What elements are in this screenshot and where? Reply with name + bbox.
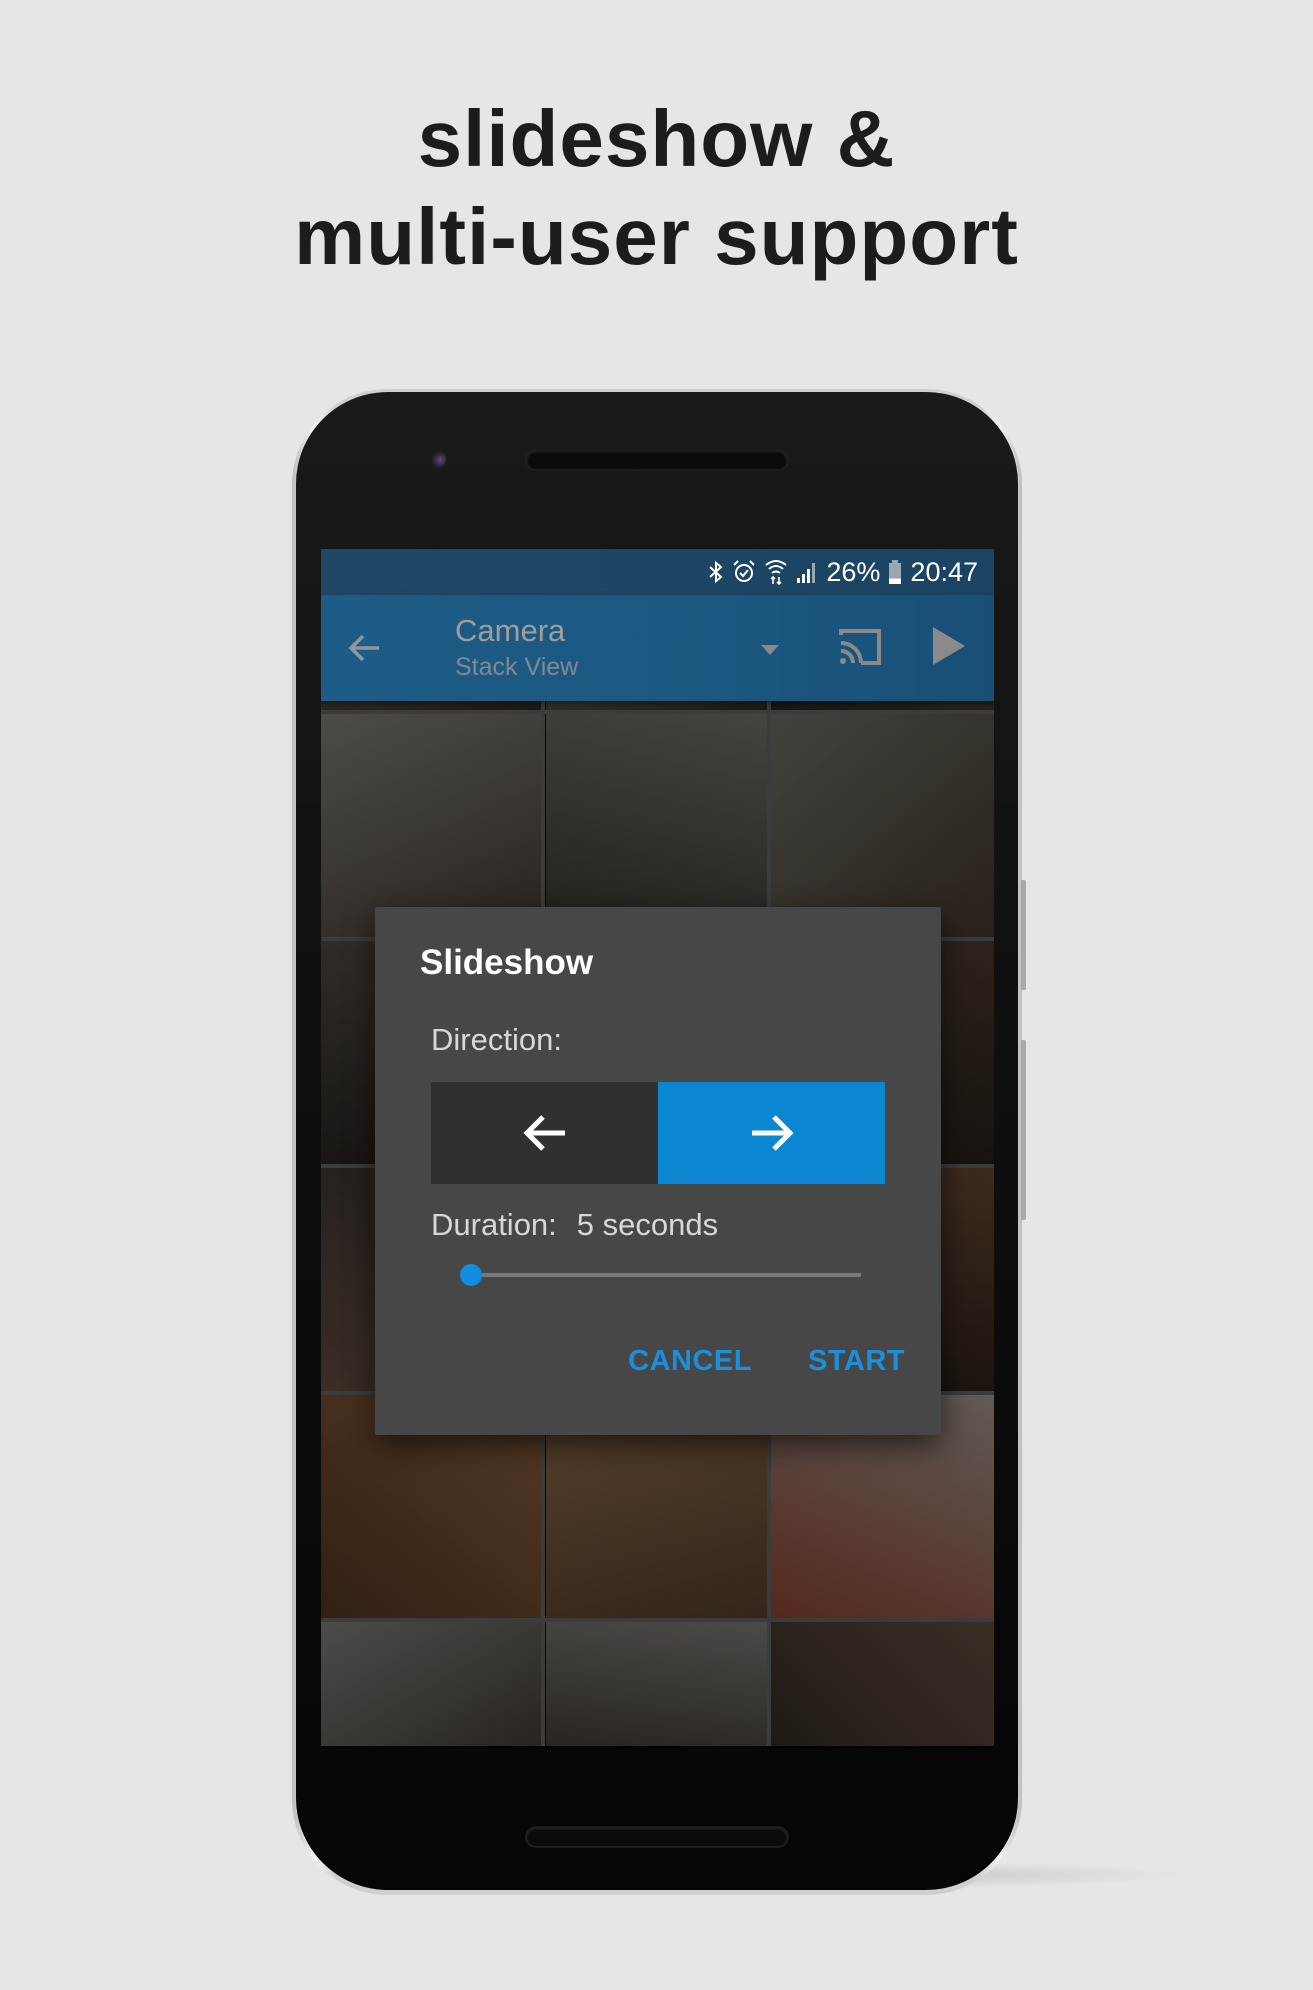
duration-label: Duration: <box>431 1207 557 1242</box>
volume-button <box>1021 880 1026 990</box>
dialog-actions: CANCEL START <box>628 1345 905 1378</box>
dropdown-arrow-icon[interactable] <box>761 645 779 655</box>
headline: slideshow & multi-user support <box>0 90 1313 286</box>
arrow-left-icon <box>522 1115 565 1151</box>
status-bar: 26% 20:47 <box>321 549 994 595</box>
play-icon[interactable] <box>931 625 967 667</box>
battery-percent: 26% <box>826 556 881 587</box>
front-camera <box>432 450 446 468</box>
cancel-button[interactable]: CANCEL <box>628 1345 752 1378</box>
direction-toggle <box>431 1082 885 1184</box>
battery-icon <box>888 559 902 585</box>
clock: 20:47 <box>910 556 978 587</box>
direction-forward-button[interactable] <box>658 1082 885 1184</box>
cast-icon[interactable] <box>837 627 883 667</box>
duration-value: 5 seconds <box>576 1207 719 1242</box>
duration-row: Duration: 5 seconds <box>431 1207 718 1243</box>
app-bar: Camera Stack View <box>321 595 994 701</box>
bottom-speaker <box>527 1828 787 1846</box>
arrow-right-icon <box>751 1115 794 1151</box>
headline-line-1: slideshow & <box>417 94 896 183</box>
screen-bottom <box>321 1746 994 1749</box>
arrow-back-icon[interactable] <box>345 628 385 668</box>
dialog-title: Slideshow <box>420 943 594 982</box>
direction-label: Direction: <box>431 1022 562 1057</box>
alarm-icon <box>732 559 756 585</box>
slider-thumb[interactable] <box>460 1264 482 1286</box>
earpiece-speaker <box>527 451 787 469</box>
headline-line-2: multi-user support <box>294 192 1019 281</box>
duration-slider[interactable] <box>460 1263 861 1287</box>
slideshow-dialog: Slideshow Direction: Duration: 5 seconds… <box>375 907 941 1435</box>
bluetooth-icon <box>708 560 724 584</box>
signal-icon <box>796 560 818 584</box>
album-title[interactable]: Camera <box>455 613 565 649</box>
power-button <box>1021 1040 1026 1220</box>
wifi-icon <box>764 559 788 585</box>
direction-backward-button[interactable] <box>431 1082 658 1184</box>
view-mode-subtitle[interactable]: Stack View <box>455 653 578 682</box>
start-button[interactable]: START <box>808 1345 905 1378</box>
slider-track[interactable] <box>471 1273 861 1277</box>
phone-screen: 26% 20:47 Camera Stack View Slideshow Di… <box>321 549 994 1749</box>
